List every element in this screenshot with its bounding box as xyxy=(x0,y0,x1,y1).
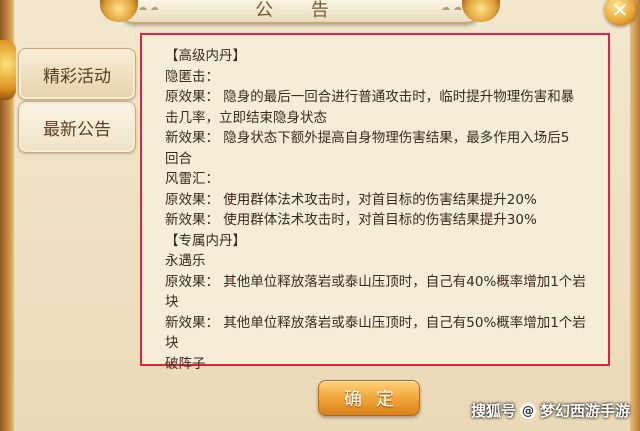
item-name: 破阵子 xyxy=(165,355,206,372)
cloud-ornament-icon: ☁ ☁ xyxy=(441,3,462,13)
at-icon: @ xyxy=(519,402,536,419)
text-line: 块 xyxy=(165,294,179,310)
item-name: 隐匿击： xyxy=(165,68,219,85)
announcement-window: ☁ ☁ 公 告 ☁ ☁ ✕ 精彩活动 最新公告 【高级内丹】 隐匿击： 原效果：… xyxy=(0,0,640,431)
section-heading: 【专属内丹】 xyxy=(165,232,246,249)
text-line: 块 xyxy=(165,335,179,351)
section-heading: 【高级内丹】 xyxy=(165,48,246,64)
text-line: 回合 xyxy=(165,150,192,167)
tab-label: 最新公告 xyxy=(43,119,111,140)
text-line: 新效果： 使用群体法术攻击时，对首目标的伤害结果提升30% xyxy=(165,212,537,228)
text-line: 新效果： 其他单位释放落岩或泰山压顶时，自己有50%概率增加1个岩 xyxy=(165,314,586,331)
text-line: 原效果： 隐身的最后一回合进行普通攻击时，临时提升物理伤害和暴 xyxy=(165,89,575,105)
tab-label: 精彩活动 xyxy=(43,66,111,87)
announcement-text: 【高级内丹】 隐匿击： 原效果： 隐身的最后一回合进行普通攻击时，临时提升物理伤… xyxy=(165,46,601,374)
watermark-account: 梦幻西游手游 xyxy=(539,402,630,420)
confirm-label: 确定 xyxy=(344,389,408,410)
text-line: 原效果： 其他单位释放落岩或泰山压顶时，自己有40%概率增加1个岩 xyxy=(165,273,586,290)
item-name: 永遇乐 xyxy=(165,253,206,269)
watermark-source: 搜狐号 xyxy=(470,402,516,420)
window-title: 公 告 xyxy=(255,0,345,21)
item-name: 风雷汇： xyxy=(165,171,219,187)
tab-featured-events[interactable]: 精彩活动 xyxy=(18,48,136,100)
text-line: 新效果： 隐身状态下额外提高自身物理伤害结果，最多作用入场后5 xyxy=(165,130,570,146)
close-icon: ✕ xyxy=(611,0,629,22)
title-bar: ☁ ☁ 公 告 ☁ ☁ xyxy=(100,0,500,24)
text-line: 原效果： 使用群体法术攻击时，对首目标的伤害结果提升20% xyxy=(165,191,537,208)
window-left-ornament xyxy=(0,40,16,100)
window-right-border xyxy=(630,0,640,431)
tab-latest-announcements[interactable]: 最新公告 xyxy=(18,101,136,153)
confirm-button[interactable]: 确定 xyxy=(318,380,420,416)
watermark: 搜狐号 @ 梦幻西游手游 xyxy=(471,400,630,421)
text-line: 击几率，立即结束隐身状态 xyxy=(165,109,327,126)
